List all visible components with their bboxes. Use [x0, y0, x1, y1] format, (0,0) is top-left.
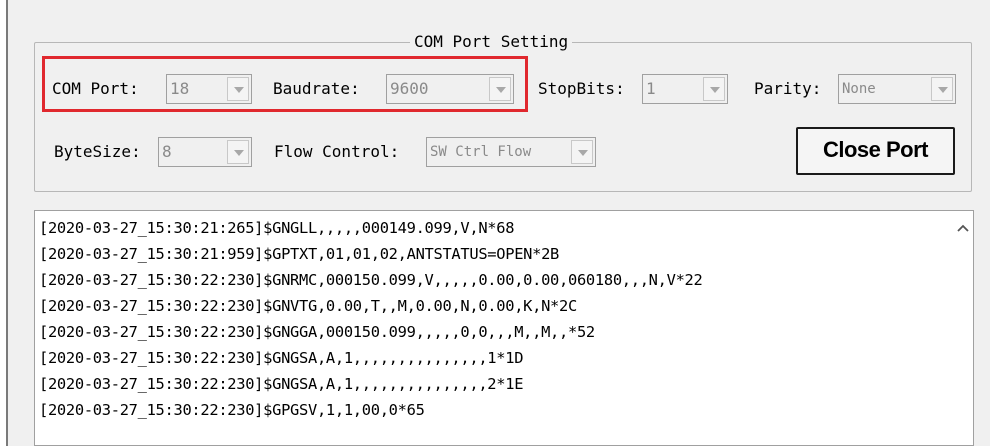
stopbits-label: StopBits:: [538, 79, 625, 98]
chevron-down-icon[interactable]: [703, 77, 725, 101]
com-port-dialog: COM Port Setting COM Port: 18 Baudrate: …: [8, 0, 990, 446]
parity-value: None: [842, 81, 876, 97]
log-line: [2020-03-27_15:30:22:230]$GNGGA,000150.0…: [39, 323, 595, 341]
parity-select[interactable]: None: [838, 74, 956, 104]
log-lines: [2020-03-27_15:30:21:265]$GNGLL,,,,,0001…: [39, 215, 703, 423]
log-line: [2020-03-27_15:30:22:230]$GPGSV,1,1,00,0…: [39, 401, 425, 419]
vertical-scrollbar[interactable]: [951, 211, 973, 445]
flow-control-select[interactable]: SW Ctrl Flow: [426, 137, 596, 167]
group-title: COM Port Setting: [410, 33, 573, 51]
flow-control-label: Flow Control:: [274, 142, 400, 161]
log-line: [2020-03-27_15:30:22:230]$GNVTG,0.00,T,,…: [39, 297, 577, 315]
parity-label: Parity:: [754, 79, 822, 98]
bytesize-value: 8: [162, 142, 172, 161]
chevron-up-icon[interactable]: [957, 223, 969, 233]
bytesize-select[interactable]: 8: [158, 137, 252, 167]
chevron-down-icon[interactable]: [571, 140, 593, 164]
log-line: [2020-03-27_15:30:22:230]$GNGSA,A,1,,,,,…: [39, 375, 524, 393]
window-left-edge: [0, 0, 8, 446]
log-line: [2020-03-27_15:30:22:230]$GNRMC,000150.0…: [39, 271, 703, 289]
close-port-button[interactable]: Close Port: [796, 127, 955, 175]
flow-control-value: SW Ctrl Flow: [430, 144, 532, 160]
stopbits-select[interactable]: 1: [642, 74, 728, 104]
bytesize-label: ByteSize:: [54, 142, 141, 161]
stopbits-value: 1: [646, 79, 656, 98]
log-line: [2020-03-27_15:30:21:959]$GPTXT,01,01,02…: [39, 245, 560, 263]
log-output[interactable]: [2020-03-27_15:30:21:265]$GNGLL,,,,,0001…: [34, 210, 974, 446]
chevron-down-icon[interactable]: [227, 140, 249, 164]
log-line: [2020-03-27_15:30:22:230]$GNGSA,A,1,,,,,…: [39, 349, 524, 367]
log-line: [2020-03-27_15:30:21:265]$GNGLL,,,,,0001…: [39, 219, 515, 237]
chevron-down-icon[interactable]: [931, 77, 953, 101]
highlight-box: [42, 56, 528, 112]
